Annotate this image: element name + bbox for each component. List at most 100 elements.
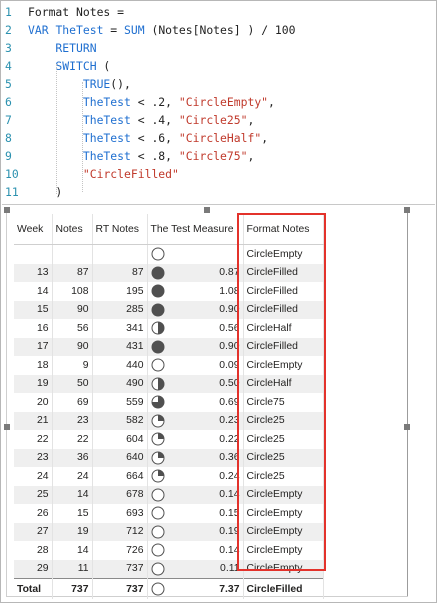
- resize-handle-top-right[interactable]: [404, 207, 410, 213]
- line-number: 10: [5, 167, 19, 181]
- total-test-measure: 7.37: [219, 583, 240, 595]
- dax-text: =: [103, 23, 125, 37]
- dax-formula-editor[interactable]: 1 Format Notes = 2 VAR TheTest = SUM (Notes…: [2, 2, 435, 205]
- test-measure-cell: 0.24: [147, 467, 244, 486]
- test-measure-cell: 0.11: [147, 559, 244, 579]
- total-test-measure-cell: 7.37: [147, 578, 244, 599]
- week-cell: 27: [14, 522, 53, 541]
- dax-text: (Notes[Notes] ) / 100: [144, 23, 296, 37]
- notes-cell: 90: [52, 300, 93, 319]
- dax-keyword: SWITCH: [28, 59, 97, 73]
- rt-notes-cell: 341: [92, 319, 148, 338]
- week-cell: 24: [14, 467, 53, 486]
- column-header-week[interactable]: Week: [14, 214, 53, 245]
- dax-text: ,: [261, 131, 269, 145]
- notes-cell: 14: [52, 485, 93, 504]
- line-number: 2: [5, 23, 12, 37]
- circle-empty-icon: [151, 506, 165, 520]
- table-visual[interactable]: Week Notes RT Notes The Test Measure For…: [4, 207, 410, 599]
- notes-cell: [52, 244, 93, 264]
- dax-text: < .8,: [130, 149, 179, 163]
- visual-border-left: [6, 209, 7, 597]
- code-text: TheTest < .8, "Circle75",: [28, 147, 254, 165]
- test-measure-cell: 0.90: [147, 300, 244, 319]
- dax-string: "CircleEmpty": [178, 95, 269, 109]
- circle-filled-icon: [151, 284, 165, 298]
- line-number: 8: [5, 131, 12, 145]
- week-cell: 19: [14, 374, 53, 393]
- rt-notes-cell: 726: [92, 541, 148, 560]
- resize-handle-right-center[interactable]: [404, 424, 410, 430]
- resize-handle-left-center[interactable]: [4, 424, 10, 430]
- code-line[interactable]: 11 ): [2, 183, 435, 201]
- rt-notes-cell: 664: [92, 467, 148, 486]
- notes-cell: 22: [52, 430, 93, 449]
- resize-handle-top-left[interactable]: [4, 207, 10, 213]
- dax-string: "CircleFilled": [82, 167, 179, 181]
- circle-empty-icon: [151, 247, 165, 261]
- test-measure-cell: 0.90: [147, 337, 244, 356]
- code-line[interactable]: 5 TRUE(),: [2, 75, 435, 93]
- rt-notes-cell: 285: [92, 300, 148, 319]
- circle-empty-icon: [151, 582, 165, 596]
- rt-notes-cell: 640: [92, 448, 148, 467]
- code-line[interactable]: 2 VAR TheTest = SUM (Notes[Notes] ) / 100: [2, 21, 435, 39]
- rt-notes-cell: 712: [92, 522, 148, 541]
- code-text: TheTest < .2, "CircleEmpty",: [28, 93, 275, 111]
- code-line[interactable]: 10 "CircleFilled": [2, 165, 435, 183]
- test-measure-cell: 0.15: [147, 504, 244, 523]
- code-line[interactable]: 1 Format Notes =: [2, 3, 435, 21]
- visual-border-right: [407, 209, 408, 597]
- notes-cell: 15: [52, 504, 93, 523]
- rt-notes-cell: 87: [92, 263, 148, 282]
- code-text: VAR TheTest = SUM (Notes[Notes] ) / 100: [28, 21, 295, 39]
- resize-handle-top-center[interactable]: [204, 207, 210, 213]
- code-text: "CircleFilled": [28, 165, 179, 183]
- code-line[interactable]: 4 SWITCH (: [2, 57, 435, 75]
- test-measure-cell: 0.09: [147, 356, 244, 375]
- notes-cell: 69: [52, 393, 93, 412]
- code-line[interactable]: 7 TheTest < .4, "Circle25",: [2, 111, 435, 129]
- circle-empty-icon: [151, 543, 165, 557]
- total-row: Total 737 737 7.37 CircleFilled: [14, 578, 324, 599]
- code-line[interactable]: 3 RETURN: [2, 39, 435, 57]
- rt-notes-cell: 582: [92, 411, 148, 430]
- rt-notes-cell: 559: [92, 393, 148, 412]
- test-measure-cell: 0.56: [147, 319, 244, 338]
- column-header-test-measure[interactable]: The Test Measure: [147, 214, 244, 245]
- week-cell: 29: [14, 559, 53, 579]
- notes-cell: 87: [52, 263, 93, 282]
- column-header-rt-notes[interactable]: RT Notes: [92, 214, 148, 245]
- week-cell: 26: [14, 504, 53, 523]
- test-measure-cell: 1.08: [147, 282, 244, 301]
- line-number: 11: [5, 185, 19, 199]
- report-canvas: 1 Format Notes = 2 VAR TheTest = SUM (Notes…: [0, 0, 437, 603]
- rt-notes-cell: 440: [92, 356, 148, 375]
- week-cell: 23: [14, 448, 53, 467]
- notes-cell: 24: [52, 467, 93, 486]
- code-text: Format Notes =: [28, 3, 124, 21]
- dax-keyword: VAR: [28, 23, 56, 37]
- line-number: 4: [5, 59, 12, 73]
- week-cell: 28: [14, 541, 53, 560]
- circle-empty-icon: [151, 358, 165, 372]
- code-line[interactable]: 9 TheTest < .8, "Circle75",: [2, 147, 435, 165]
- test-measure-cell: 0.19: [147, 522, 244, 541]
- indent-guide: [82, 82, 83, 192]
- notes-cell: 50: [52, 374, 93, 393]
- rt-notes-cell: 604: [92, 430, 148, 449]
- code-line[interactable]: 6 TheTest < .2, "CircleEmpty",: [2, 93, 435, 111]
- line-number: 7: [5, 113, 12, 127]
- week-cell: 21: [14, 411, 53, 430]
- dax-string: "Circle75": [178, 149, 248, 163]
- dax-keyword: SUM: [124, 23, 145, 37]
- circle-25-icon: [151, 432, 165, 446]
- code-line[interactable]: 8 TheTest < .6, "CircleHalf",: [2, 129, 435, 147]
- notes-cell: 9: [52, 356, 93, 375]
- line-number: 6: [5, 95, 12, 109]
- notes-cell: 90: [52, 337, 93, 356]
- dax-text: ,: [268, 95, 275, 109]
- column-header-notes[interactable]: Notes: [52, 214, 93, 245]
- dax-text: ): [28, 185, 63, 199]
- circle-half-icon: [151, 377, 165, 391]
